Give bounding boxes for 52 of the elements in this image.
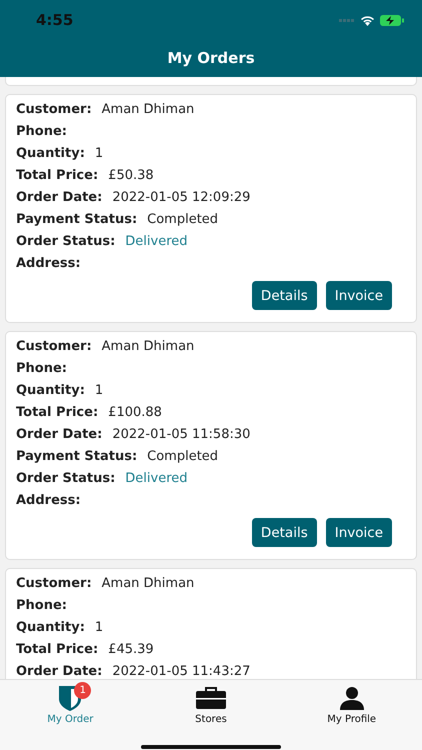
battery-icon — [380, 14, 404, 26]
field-value: £100.88 — [108, 404, 162, 420]
field-label: Order Status: — [16, 470, 116, 486]
field-label: Order Date: — [16, 664, 102, 678]
wifi-icon — [360, 14, 375, 26]
field-label: Order Date: — [16, 190, 102, 204]
briefcase-icon — [196, 686, 226, 708]
field-label: Payment Status: — [16, 212, 138, 226]
status-time: 4:55 — [36, 11, 74, 29]
field-label: Total Price: — [16, 168, 98, 182]
field-value: 1 — [94, 382, 104, 398]
field-label: Customer: — [16, 102, 92, 116]
field-value: £50.38 — [108, 168, 154, 182]
status-value: Delivered — [125, 234, 188, 248]
action-button[interactable]: Invoice — [326, 281, 392, 310]
field-value: 1 — [94, 146, 104, 160]
tab-item[interactable]: My Profile — [281, 684, 422, 725]
action-button[interactable]: Invoice — [326, 518, 392, 547]
action-button[interactable]: Details — [252, 518, 317, 547]
tab-item[interactable]: Stores — [140, 684, 282, 725]
field-value: 2022-01-05 11:43:27 — [112, 664, 250, 678]
field-value: Aman Dhiman — [102, 576, 194, 590]
field-value: 2022-01-05 11:58:30 — [112, 426, 250, 442]
field-value: £45.39 — [108, 642, 154, 656]
field-value: 2022-01-05 12:09:29 — [112, 190, 250, 204]
field-value: Aman Dhiman — [102, 338, 194, 354]
tab-item[interactable]: 1 My Order — [0, 684, 141, 725]
field-value: 1 — [94, 620, 104, 634]
field-label: Order Date: — [16, 426, 102, 442]
action-button[interactable]: Details — [252, 281, 317, 310]
signal-icon — [339, 18, 355, 22]
field-label: Order Status: — [16, 234, 116, 248]
field-label: Phone: — [16, 360, 67, 376]
field-label: Payment Status: — [16, 448, 138, 464]
field-value: Completed — [147, 448, 218, 464]
field-label: Address: — [16, 492, 81, 508]
field-label: Phone: — [16, 598, 67, 612]
count-badge: 1 — [74, 682, 92, 699]
field-label: Address: — [16, 256, 81, 270]
field-label: Phone: — [16, 124, 67, 138]
field-label: Quantity: — [16, 146, 85, 160]
field-label: Quantity: — [16, 382, 85, 398]
field-label: Customer: — [16, 576, 92, 590]
field-label: Total Price: — [16, 404, 98, 420]
person-icon — [340, 686, 364, 710]
field-label: Customer: — [16, 338, 92, 354]
field-label: Quantity: — [16, 620, 85, 634]
field-value: Completed — [147, 212, 218, 226]
field-value: Aman Dhiman — [102, 102, 194, 116]
field-label: Total Price: — [16, 642, 98, 656]
status-value: Delivered — [125, 470, 188, 486]
page-title: My Orders — [166, 48, 256, 69]
